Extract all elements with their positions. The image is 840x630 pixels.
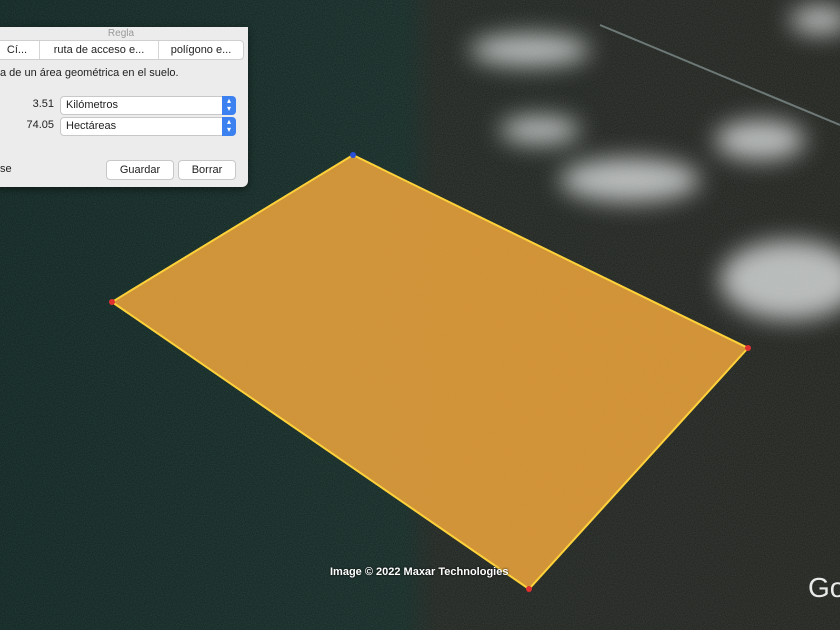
imagery-attribution: Image © 2022 Maxar Technologies: [330, 566, 509, 578]
ruler-tabs: Cí... ruta de acceso e... polígono e...: [0, 40, 244, 60]
polygon-vertex[interactable]: [745, 345, 751, 351]
google-logo: Go: [808, 572, 840, 603]
area-row: 74.05 Hectáreas ▴ ▾: [0, 117, 242, 136]
tab-polygon[interactable]: polígono e...: [159, 41, 243, 59]
area-value: 74.05: [26, 119, 54, 131]
area-unit: Hectáreas: [66, 120, 117, 132]
chevron-updown-icon: ▴ ▾: [222, 96, 236, 115]
perimeter-value: 3.51: [32, 98, 54, 110]
clear-button[interactable]: Borrar: [178, 160, 236, 180]
polygon-vertex[interactable]: [526, 586, 532, 592]
save-button[interactable]: Guardar: [106, 160, 174, 180]
ruler-dialog: Regla Cí... ruta de acceso e... polígono…: [0, 27, 248, 187]
area-unit-select[interactable]: Hectáreas ▴ ▾: [60, 117, 236, 136]
chevron-updown-icon: ▴ ▾: [222, 117, 236, 136]
perimeter-unit: Kilómetros: [66, 99, 118, 111]
polygon-vertex[interactable]: [109, 299, 115, 305]
dialog-title: Regla: [107, 28, 135, 39]
polygon-vertex-active[interactable]: [350, 152, 356, 158]
tab-path[interactable]: ruta de acceso e...: [40, 41, 159, 59]
tab-circle[interactable]: Cí...: [0, 41, 40, 59]
perimeter-row: 3.51 Kilómetros ▴ ▾: [0, 96, 242, 115]
partial-label[interactable]: se: [0, 163, 12, 175]
dialog-description: a de un área geométrica en el suelo.: [0, 67, 179, 79]
perimeter-unit-select[interactable]: Kilómetros ▴ ▾: [60, 96, 236, 115]
